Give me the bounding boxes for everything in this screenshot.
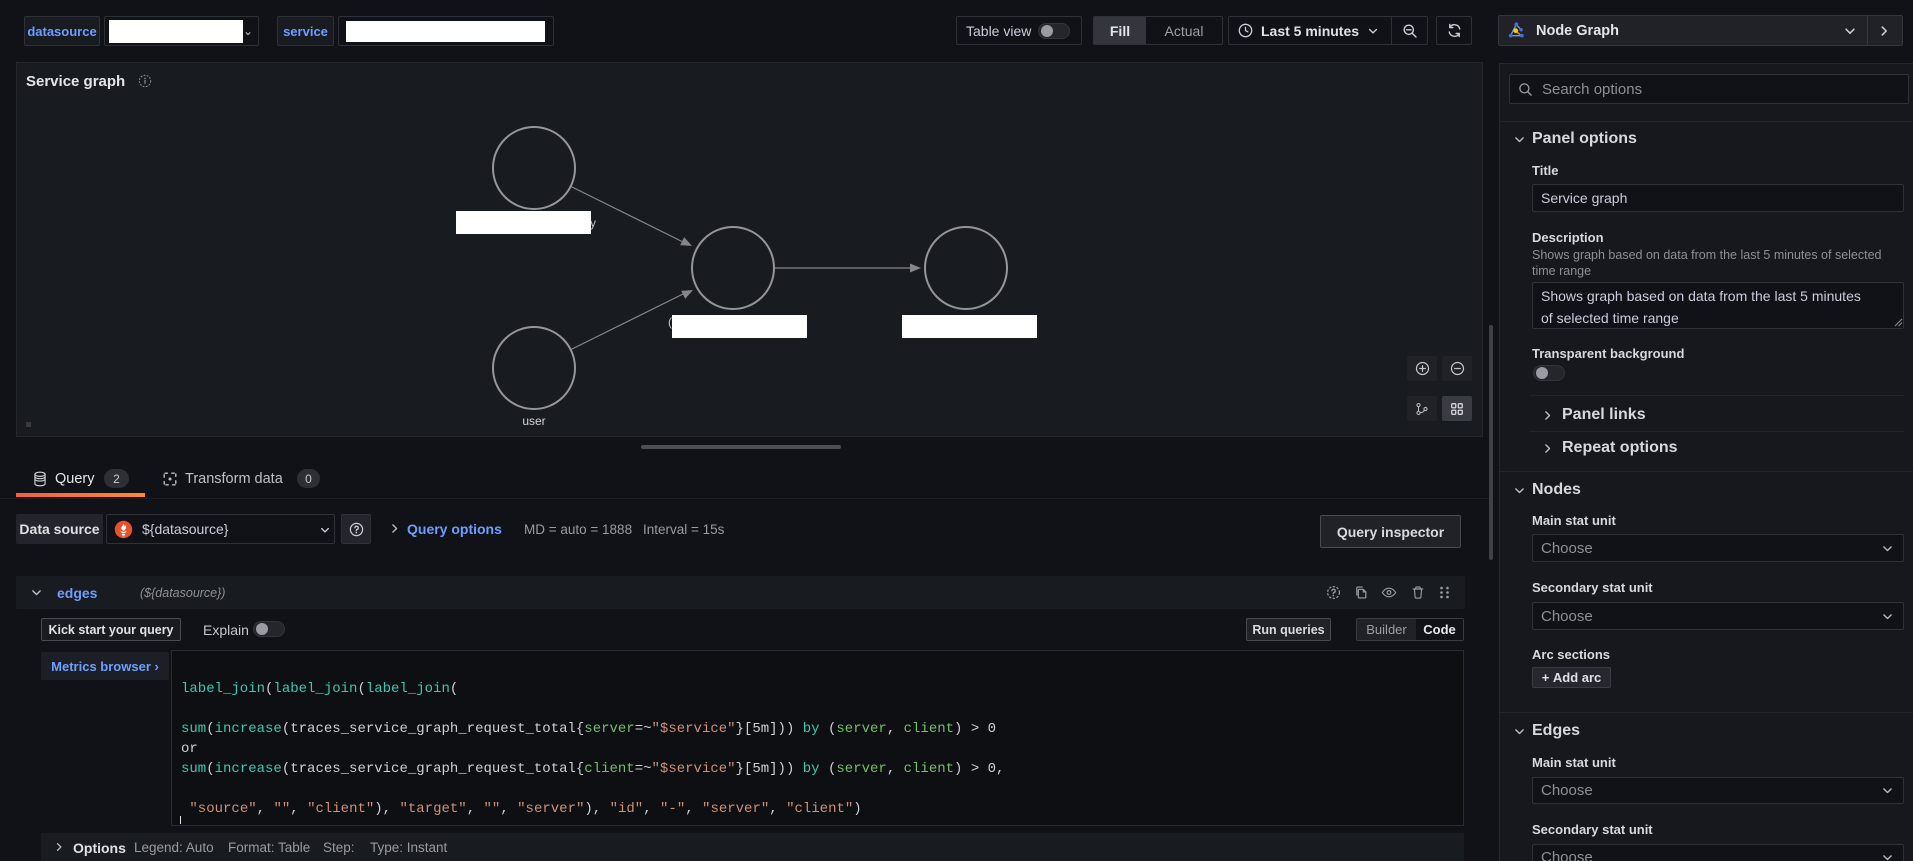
svg-text:(: ( [668,315,672,329]
svg-text:user: user [522,414,545,428]
